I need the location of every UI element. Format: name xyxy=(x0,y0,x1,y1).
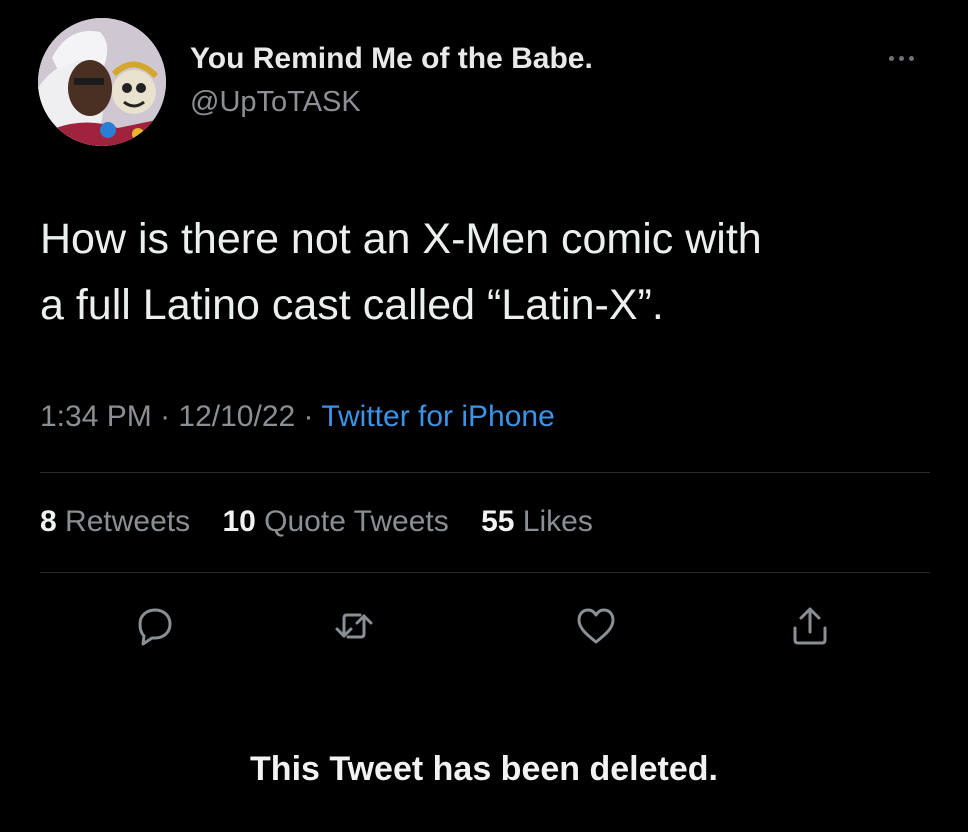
likes-count: 55 xyxy=(481,505,515,538)
tweet-date[interactable]: 12/10/22 xyxy=(178,400,295,433)
display-name[interactable]: You Remind Me of the Babe. xyxy=(190,42,593,76)
likes-label: Likes xyxy=(522,505,593,538)
divider xyxy=(40,472,930,473)
tweet-meta: 1:34 PM · 12/10/22 · Twitter for iPhone xyxy=(40,400,555,434)
reply-icon[interactable] xyxy=(130,602,178,650)
tweet-text: How is there not an X-Men comic with a f… xyxy=(40,206,940,338)
avatar[interactable] xyxy=(38,18,166,146)
avatar-image xyxy=(38,18,166,146)
user-handle[interactable]: @UpToTASK xyxy=(190,86,361,119)
tweet-text-line: How is there not an X-Men comic with xyxy=(40,215,762,263)
tweet-text-line: a full Latino cast called “Latin-X”. xyxy=(40,281,664,329)
quote-tweets-count: 10 xyxy=(222,505,256,538)
quote-tweets-label: Quote Tweets xyxy=(264,505,449,538)
likes-stat[interactable]: 55 Likes xyxy=(481,505,593,538)
retweets-stat[interactable]: 8 Retweets xyxy=(40,505,190,538)
retweet-icon[interactable] xyxy=(330,602,378,650)
meta-separator: · xyxy=(303,400,314,433)
tweet-time[interactable]: 1:34 PM xyxy=(40,400,152,433)
tweet-source-link[interactable]: Twitter for iPhone xyxy=(321,400,554,433)
deleted-tweet-notice: This Tweet has been deleted. xyxy=(250,750,718,788)
retweets-count: 8 xyxy=(40,505,57,538)
divider xyxy=(40,572,930,573)
like-icon[interactable] xyxy=(572,602,620,650)
share-icon[interactable] xyxy=(786,602,834,650)
retweets-label: Retweets xyxy=(65,505,191,538)
ellipsis-icon[interactable] xyxy=(876,50,926,66)
tweet-stats: 8 Retweets 10 Quote Tweets 55 Likes xyxy=(40,505,617,539)
quote-tweets-stat[interactable]: 10 Quote Tweets xyxy=(222,505,448,538)
meta-separator: · xyxy=(160,400,171,433)
